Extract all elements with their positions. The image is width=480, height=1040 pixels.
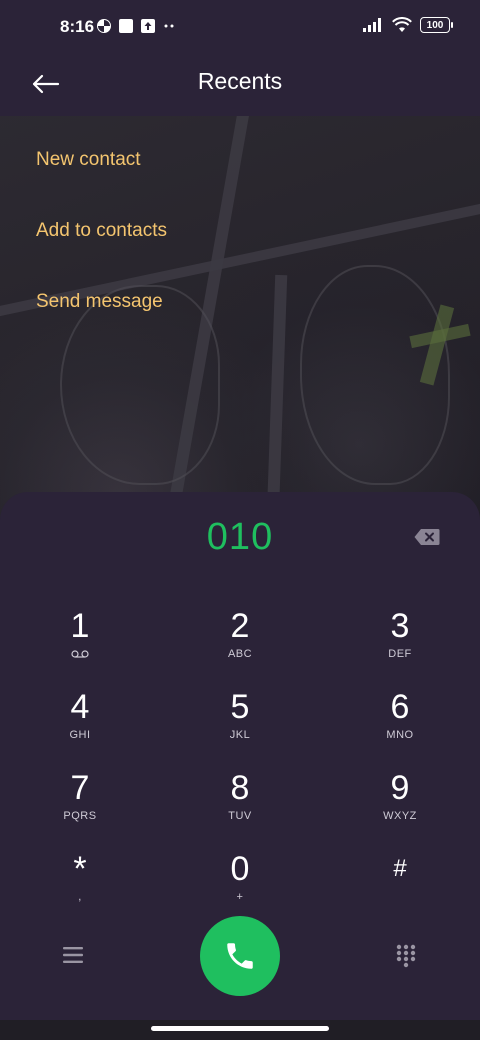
key-digit: *: [73, 850, 87, 888]
dialpad-bottom-bar: [0, 916, 480, 1006]
key-digit: 2: [230, 607, 250, 645]
key-9[interactable]: 9 WXYZ: [340, 770, 460, 840]
status-right-icons: 100: [362, 17, 453, 33]
key-digit: 9: [390, 769, 410, 807]
key-letters: TUV: [228, 810, 252, 822]
battery-icon: 100: [420, 17, 453, 33]
new-contact-item[interactable]: New contact: [36, 140, 167, 211]
action-menu: New contact Add to contacts Send message: [36, 140, 167, 353]
key-digit: 4: [70, 688, 90, 726]
key-0[interactable]: 0 +: [180, 851, 300, 921]
screen: 8:16 100 Recents New contact Add to cont…: [0, 0, 480, 1040]
key-6[interactable]: 6 MNO: [340, 689, 460, 759]
square-icon: [119, 19, 133, 33]
key-8[interactable]: 8 TUV: [180, 770, 300, 840]
key-digit: 8: [230, 769, 250, 807]
keypad-icon[interactable]: [396, 944, 416, 968]
key-letters: JKL: [229, 729, 251, 741]
key-digit: 6: [390, 688, 410, 726]
app-header: Recents: [0, 56, 480, 116]
key-digit: 3: [390, 607, 410, 645]
key-1[interactable]: 1: [20, 608, 140, 678]
phone-icon: [227, 943, 253, 969]
key-letters: GHI: [69, 729, 91, 741]
key-7[interactable]: 7 PQRS: [20, 770, 140, 840]
key-2[interactable]: 2 ABC: [180, 608, 300, 678]
key-4[interactable]: 4 GHI: [20, 689, 140, 759]
more-dots-icon: [164, 24, 174, 28]
key-letters: +: [236, 891, 244, 903]
status-left-icons: [96, 18, 178, 34]
key-hash[interactable]: #: [340, 851, 460, 921]
send-message-item[interactable]: Send message: [36, 282, 167, 353]
key-digit: 5: [230, 688, 250, 726]
signal-icon: [363, 18, 381, 32]
dialed-number[interactable]: 010: [0, 516, 480, 559]
menu-icon[interactable]: [62, 946, 84, 964]
upload-icon: [141, 19, 155, 33]
dialpad-panel: 010 1 2 ABC 3 DEF 4 GHI 5 JKL 6 MNO 7 PQ…: [0, 492, 480, 1020]
key-star[interactable]: * ,: [20, 851, 140, 921]
add-to-contacts-item[interactable]: Add to contacts: [36, 211, 167, 282]
key-5[interactable]: 5 JKL: [180, 689, 300, 759]
page-title: Recents: [197, 68, 283, 94]
key-letters: DEF: [388, 648, 412, 660]
key-letters: PQRS: [63, 810, 97, 822]
key-digit: 7: [70, 769, 90, 807]
voicemail-icon: [71, 650, 89, 658]
wifi-icon: [392, 17, 412, 32]
status-bar: 8:16 100: [0, 0, 480, 56]
key-3[interactable]: 3 DEF: [340, 608, 460, 678]
key-letters: ABC: [227, 648, 253, 660]
call-button[interactable]: [200, 916, 280, 996]
home-indicator[interactable]: [151, 1026, 329, 1031]
key-letters: ,: [78, 891, 82, 903]
key-digit: 1: [70, 607, 90, 645]
key-letters: MNO: [386, 729, 414, 741]
key-letters: WXYZ: [383, 810, 417, 822]
status-time: 8:16: [60, 17, 95, 36]
battery-level: 100: [426, 19, 444, 31]
key-digit: 0: [230, 850, 250, 888]
pinwheel-icon: [97, 19, 111, 33]
key-digit: #: [393, 855, 407, 882]
backspace-icon[interactable]: [414, 528, 440, 546]
